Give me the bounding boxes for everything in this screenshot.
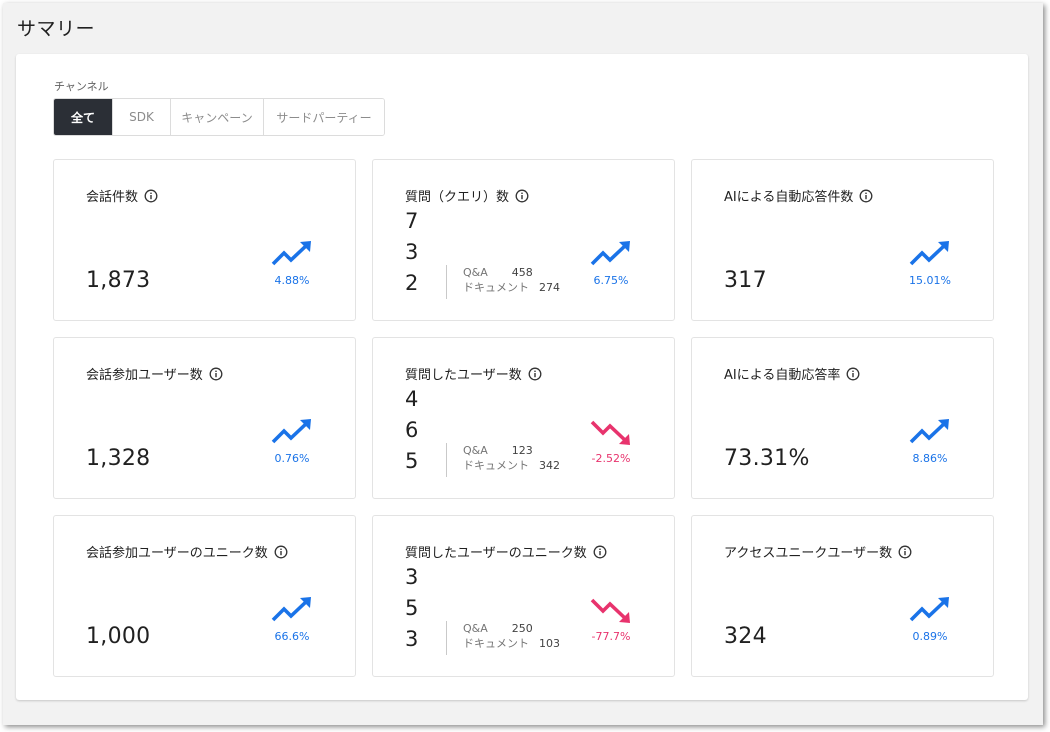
metric-value: 1,000 bbox=[86, 624, 151, 649]
metric-card-unique-access-users: アクセスユニークユーザー数 324 0.89% bbox=[691, 515, 994, 677]
change-percent: 0.89% bbox=[912, 630, 948, 643]
card-title-text: AIによる自動応答率 bbox=[724, 368, 841, 383]
qa-value: 250 bbox=[511, 622, 533, 635]
qa-label: Q&A bbox=[463, 266, 488, 279]
info-circle-icon[interactable] bbox=[593, 545, 607, 559]
info-circle-icon[interactable] bbox=[528, 367, 542, 381]
card-title-text: 会話件数 bbox=[86, 190, 139, 205]
trending-up-icon bbox=[909, 597, 949, 622]
channel-filter: 全て SDK キャンペーン サードパーティー bbox=[53, 98, 385, 136]
document-value: 274 bbox=[539, 281, 560, 294]
channel-filter-label: チャンネル bbox=[54, 80, 109, 93]
trend-indicator: 0.76% bbox=[268, 418, 316, 478]
query-breakdown: Q&A 123 ドキュメント 342 bbox=[446, 443, 560, 477]
info-circle-icon[interactable] bbox=[898, 545, 912, 559]
document-label: ドキュメント bbox=[463, 281, 529, 294]
channel-option-third-party[interactable]: サードパーティー bbox=[264, 99, 384, 135]
document-label: ドキュメント bbox=[463, 459, 529, 472]
document-value: 103 bbox=[539, 637, 560, 650]
trending-up-icon bbox=[909, 241, 949, 266]
metric-value: 353 bbox=[405, 565, 419, 651]
change-percent: -77.7% bbox=[591, 630, 631, 643]
metric-value: 324 bbox=[724, 624, 767, 649]
metric-value: 732 bbox=[405, 209, 419, 295]
card-title-text: AIによる自動応答件数 bbox=[724, 190, 854, 205]
trend-indicator: -77.7% bbox=[587, 596, 635, 656]
card-title: アクセスユニークユーザー数 bbox=[724, 542, 912, 561]
query-breakdown: Q&A 250 ドキュメント 103 bbox=[446, 621, 560, 655]
metric-card-unique-conversation-users: 会話参加ユーザーのユニーク数 1,000 66.6% bbox=[53, 515, 356, 677]
trending-up-icon bbox=[909, 419, 949, 444]
metric-card-conversation-users: 会話参加ユーザー数 1,328 0.76% bbox=[53, 337, 356, 499]
qa-label: Q&A bbox=[463, 622, 488, 635]
metric-value: 1,873 bbox=[86, 268, 151, 293]
trending-up-icon bbox=[271, 419, 311, 444]
metric-card-ai-response-rate: AIによる自動応答率 73.31% 8.86% bbox=[691, 337, 994, 499]
card-title: 質問したユーザー数 bbox=[405, 364, 542, 383]
card-title: 質問したユーザーのユニーク数 bbox=[405, 542, 607, 561]
info-circle-icon[interactable] bbox=[274, 545, 288, 559]
card-title-text: 質問したユーザー数 bbox=[405, 368, 522, 383]
channel-option-sdk[interactable]: SDK bbox=[113, 99, 171, 135]
trending-up-icon bbox=[590, 241, 630, 266]
qa-value: 123 bbox=[511, 444, 533, 457]
trending-up-icon bbox=[271, 597, 311, 622]
channel-option-all[interactable]: 全て bbox=[54, 99, 113, 135]
change-percent: -2.52% bbox=[591, 452, 631, 465]
card-title: AIによる自動応答件数 bbox=[724, 186, 873, 205]
document-label: ドキュメント bbox=[463, 637, 529, 650]
change-percent: 15.01% bbox=[909, 274, 951, 287]
trend-indicator: 6.75% bbox=[587, 240, 635, 300]
qa-label: Q&A bbox=[463, 444, 488, 457]
trend-indicator: 66.6% bbox=[268, 596, 316, 656]
metric-value: 1,328 bbox=[86, 446, 151, 471]
metric-value: 465 bbox=[405, 387, 419, 473]
summary-panel: チャンネル 全て SDK キャンペーン サードパーティー 会話件数 1,873 … bbox=[16, 54, 1028, 700]
card-title-text: アクセスユニークユーザー数 bbox=[724, 546, 893, 561]
change-percent: 4.88% bbox=[274, 274, 310, 287]
info-circle-icon[interactable] bbox=[209, 367, 223, 381]
trend-indicator: 4.88% bbox=[268, 240, 316, 300]
info-circle-icon[interactable] bbox=[846, 367, 860, 381]
metric-card-queries: 質問（クエリ）数 732 Q&A 458 ドキュメント 274 6.75% bbox=[372, 159, 675, 321]
card-title-text: 質問（クエリ）数 bbox=[405, 190, 510, 205]
card-title-text: 会話参加ユーザー数 bbox=[86, 368, 203, 383]
summary-frame: サマリー チャンネル 全て SDK キャンペーン サードパーティー 会話件数 1… bbox=[3, 3, 1043, 725]
document-value: 342 bbox=[539, 459, 560, 472]
info-circle-icon[interactable] bbox=[859, 189, 873, 203]
change-percent: 0.76% bbox=[274, 452, 310, 465]
card-title: 会話件数 bbox=[86, 186, 158, 205]
trend-indicator: 8.86% bbox=[906, 418, 954, 478]
card-title: AIによる自動応答率 bbox=[724, 364, 860, 383]
trending-down-icon bbox=[590, 598, 630, 623]
query-breakdown: Q&A 458 ドキュメント 274 bbox=[446, 265, 560, 299]
qa-value: 458 bbox=[511, 266, 533, 279]
change-percent: 66.6% bbox=[274, 630, 310, 643]
change-percent: 8.86% bbox=[912, 452, 948, 465]
trending-down-icon bbox=[590, 420, 630, 445]
channel-option-campaign[interactable]: キャンペーン bbox=[171, 99, 264, 135]
card-title: 会話参加ユーザーのユニーク数 bbox=[86, 542, 288, 561]
card-title-text: 会話参加ユーザーのユニーク数 bbox=[86, 546, 268, 561]
metric-card-ai-responses: AIによる自動応答件数 317 15.01% bbox=[691, 159, 994, 321]
metric-card-question-users: 質問したユーザー数 465 Q&A 123 ドキュメント 342 -2.52% bbox=[372, 337, 675, 499]
trending-up-icon bbox=[271, 241, 311, 266]
card-title: 会話参加ユーザー数 bbox=[86, 364, 223, 383]
card-title-text: 質問したユーザーのユニーク数 bbox=[405, 546, 587, 561]
trend-indicator: 0.89% bbox=[906, 596, 954, 656]
info-circle-icon[interactable] bbox=[144, 189, 158, 203]
metric-value: 317 bbox=[724, 268, 767, 293]
card-title: 質問（クエリ）数 bbox=[405, 186, 529, 205]
trend-indicator: 15.01% bbox=[906, 240, 954, 300]
metric-card-conversations: 会話件数 1,873 4.88% bbox=[53, 159, 356, 321]
change-percent: 6.75% bbox=[593, 274, 629, 287]
info-circle-icon[interactable] bbox=[515, 189, 529, 203]
metric-card-unique-question-users: 質問したユーザーのユニーク数 353 Q&A 250 ドキュメント 103 -77.… bbox=[372, 515, 675, 677]
metric-value: 73.31% bbox=[724, 446, 810, 471]
page-title: サマリー bbox=[17, 18, 96, 40]
trend-indicator: -2.52% bbox=[587, 418, 635, 478]
